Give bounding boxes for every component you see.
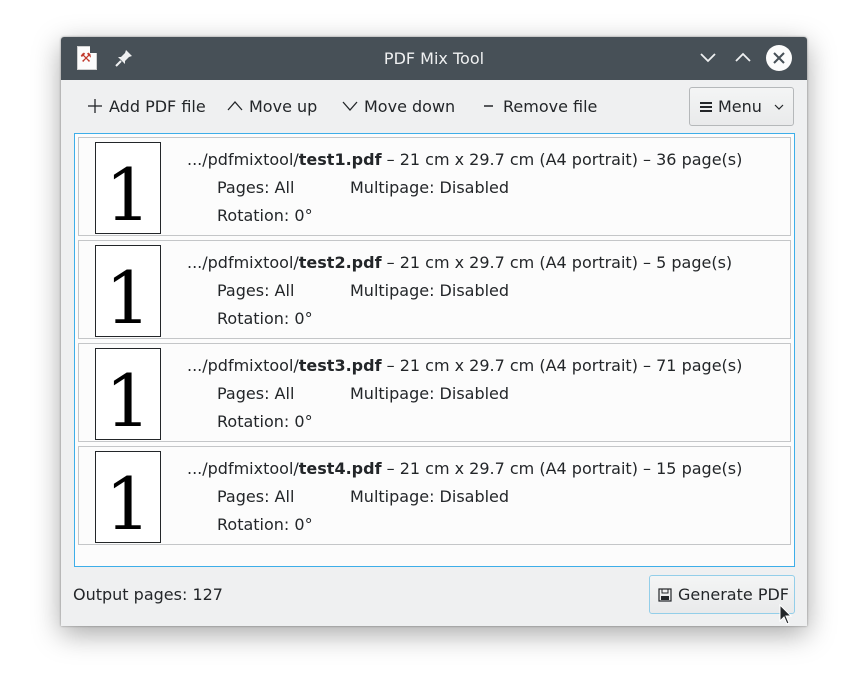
close-button[interactable] xyxy=(766,45,792,71)
add-pdf-file-button[interactable]: Add PDF file xyxy=(87,93,206,119)
pages-setting: Pages: All xyxy=(217,487,295,506)
output-pages-label: Output pages: 127 xyxy=(73,585,223,604)
pages-setting: Pages: All xyxy=(217,384,295,403)
page-thumbnail: 1 xyxy=(95,348,161,440)
list-item[interactable]: 1 .../pdfmixtool/test2.pdf – 21 cm x 29.… xyxy=(78,240,791,339)
chevron-up-icon xyxy=(227,101,243,111)
list-item[interactable]: 1 .../pdfmixtool/test1.pdf – 21 cm x 29.… xyxy=(78,137,791,236)
rotation-setting: Rotation: 0° xyxy=(217,515,313,534)
file-list[interactable]: 1 .../pdfmixtool/test1.pdf – 21 cm x 29.… xyxy=(74,133,795,567)
multipage-setting: Multipage: Disabled xyxy=(350,281,510,300)
multipage-setting: Multipage: Disabled xyxy=(350,178,510,197)
minus-icon xyxy=(484,105,493,107)
file-info: .../pdfmixtool/test3.pdf – 21 cm x 29.7 … xyxy=(187,356,743,375)
hamburger-icon xyxy=(700,101,712,112)
title-bar[interactable]: ⚒ PDF Mix Tool xyxy=(61,37,807,80)
rotation-setting: Rotation: 0° xyxy=(217,206,313,225)
remove-file-button[interactable]: Remove file xyxy=(481,93,597,119)
page-thumbnail: 1 xyxy=(95,451,161,543)
minimize-button[interactable] xyxy=(695,45,721,71)
pages-setting: Pages: All xyxy=(217,178,295,197)
chevron-down-icon xyxy=(774,104,784,110)
toolbar: Add PDF file Move up Move down Remove fi… xyxy=(61,80,807,132)
move-up-label: Move up xyxy=(249,96,318,116)
generate-pdf-button[interactable]: Generate PDF xyxy=(649,575,795,614)
save-icon xyxy=(658,587,672,602)
menu-button[interactable]: Menu xyxy=(689,87,794,126)
list-item[interactable]: 1 .../pdfmixtool/test3.pdf – 21 cm x 29.… xyxy=(78,343,791,442)
file-name: test1.pdf xyxy=(298,150,382,169)
file-info: .../pdfmixtool/test4.pdf – 21 cm x 29.7 … xyxy=(187,459,743,478)
page-thumbnail: 1 xyxy=(95,142,161,234)
remove-file-label: Remove file xyxy=(503,96,598,116)
list-item[interactable]: 1 .../pdfmixtool/test4.pdf – 21 cm x 29.… xyxy=(78,446,791,545)
rotation-setting: Rotation: 0° xyxy=(217,309,313,328)
menu-label: Menu xyxy=(718,97,762,116)
plus-icon xyxy=(88,99,102,113)
move-down-button[interactable]: Move down xyxy=(342,93,455,119)
file-name: test3.pdf xyxy=(298,356,382,375)
maximize-button[interactable] xyxy=(730,45,756,71)
move-up-button[interactable]: Move up xyxy=(227,93,317,119)
rotation-setting: Rotation: 0° xyxy=(217,412,313,431)
generate-pdf-label: Generate PDF xyxy=(678,585,789,604)
pages-setting: Pages: All xyxy=(217,281,295,300)
file-info: .../pdfmixtool/test1.pdf – 21 cm x 29.7 … xyxy=(187,150,743,169)
mouse-cursor-icon xyxy=(779,604,793,625)
file-name: test4.pdf xyxy=(298,459,382,478)
close-icon xyxy=(773,52,785,64)
file-name: test2.pdf xyxy=(298,253,382,272)
chevron-down-icon xyxy=(342,101,358,111)
page-thumbnail: 1 xyxy=(95,245,161,337)
add-pdf-file-label: Add PDF file xyxy=(109,96,206,116)
multipage-setting: Multipage: Disabled xyxy=(350,384,510,403)
chevron-down-icon xyxy=(700,53,716,63)
multipage-setting: Multipage: Disabled xyxy=(350,487,510,506)
file-info: .../pdfmixtool/test2.pdf – 21 cm x 29.7 … xyxy=(187,253,733,272)
main-window: ⚒ PDF Mix Tool Add PDF file Move up Move… xyxy=(61,37,807,626)
move-down-label: Move down xyxy=(364,96,456,116)
chevron-up-icon xyxy=(735,52,751,62)
